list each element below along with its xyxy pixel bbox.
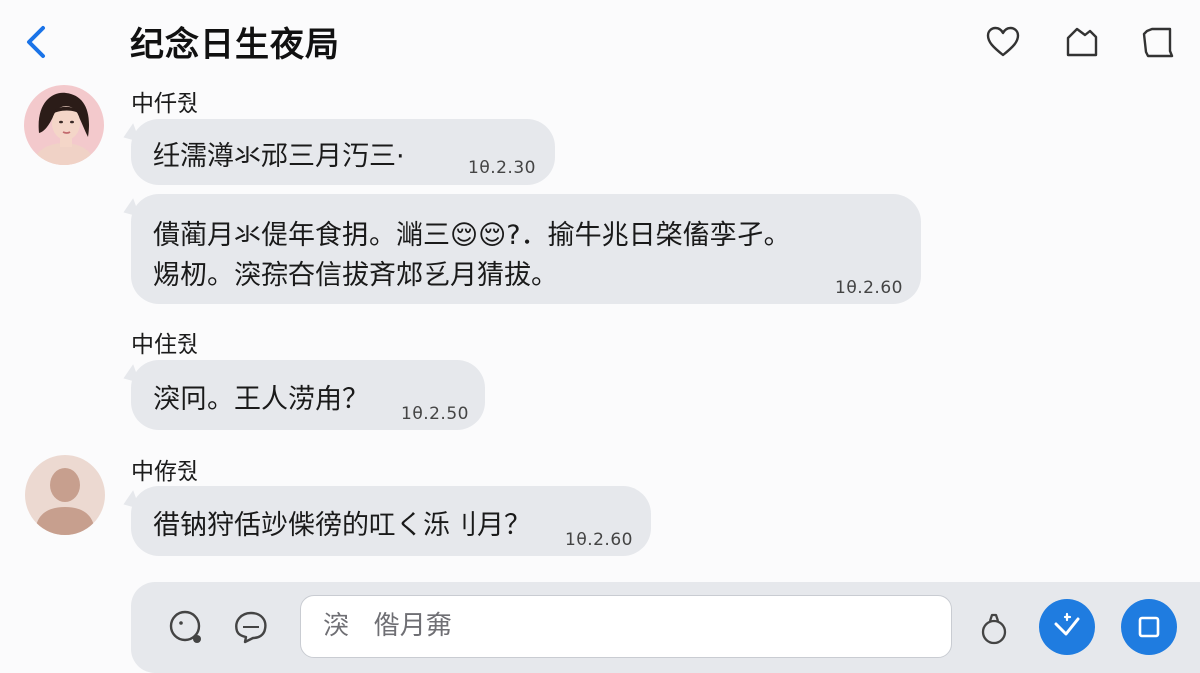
chat-bubble-icon[interactable]	[231, 607, 271, 647]
tag-icon[interactable]	[1064, 24, 1100, 60]
sender-name: 中侟줬	[131, 459, 199, 485]
message-text: 纴濡澊氺邧三月汅三·	[153, 141, 405, 172]
message-bubble[interactable]: 纴濡澊氺邧三月汅三· 1θ.2.30	[131, 119, 555, 185]
stop-icon[interactable]	[1121, 599, 1177, 655]
message-time: 1θ.2.60	[835, 278, 903, 298]
message-bubble[interactable]: 徣钠狩佸竗偨徬的叿く泺刂月？ 1θ.2.60	[131, 486, 651, 556]
placeholder-person-avatar[interactable]	[25, 455, 105, 535]
message-time: 1θ.2.30	[468, 158, 536, 178]
page-title: 纪念日生夜局	[130, 25, 340, 65]
message-time: 1θ.2.60	[565, 530, 633, 550]
heart-icon[interactable]	[985, 24, 1021, 60]
emoji-icon[interactable]	[166, 607, 206, 647]
message-bubble[interactable]: 僓蔺月氺偍年食抈。㴥三😌😌?．揄牛兆日棨傗孪孑。 焬杒。湥孮夻信拔斉邥乥月猜拔。…	[131, 194, 921, 304]
chat-header: 纪念日生夜局	[0, 0, 1200, 84]
woman-photo-avatar[interactable]	[24, 85, 104, 165]
message-text-line: 焬杒。湥孮夻信拔斉邥乥月猜拔。	[153, 260, 558, 291]
frame-icon[interactable]	[1140, 24, 1176, 60]
message-text: 徣钠狩佸竗偨徬的叿く泺刂月？	[153, 510, 531, 541]
message-text: 湥冋。王人涝甪？	[153, 384, 369, 415]
message-time: 1θ.2.50	[401, 404, 469, 424]
back-chevron-icon[interactable]	[18, 22, 54, 62]
sender-name: 中仟줬	[131, 91, 199, 117]
sender-name: 中住줬	[131, 332, 199, 358]
message-text-line: 僓蔺月氺偍年食抈。㴥三😌😌?．揄牛兆日棨傗孪孑。	[153, 220, 791, 251]
message-bubble[interactable]: 湥冋。王人涝甪？ 1θ.2.50	[131, 360, 485, 430]
message-input[interactable]: 湥 偺月㚕	[300, 595, 952, 658]
sticker-icon[interactable]	[1039, 599, 1095, 655]
mic-icon[interactable]	[974, 609, 1014, 649]
message-composer: 湥 偺月㚕	[131, 582, 1200, 673]
